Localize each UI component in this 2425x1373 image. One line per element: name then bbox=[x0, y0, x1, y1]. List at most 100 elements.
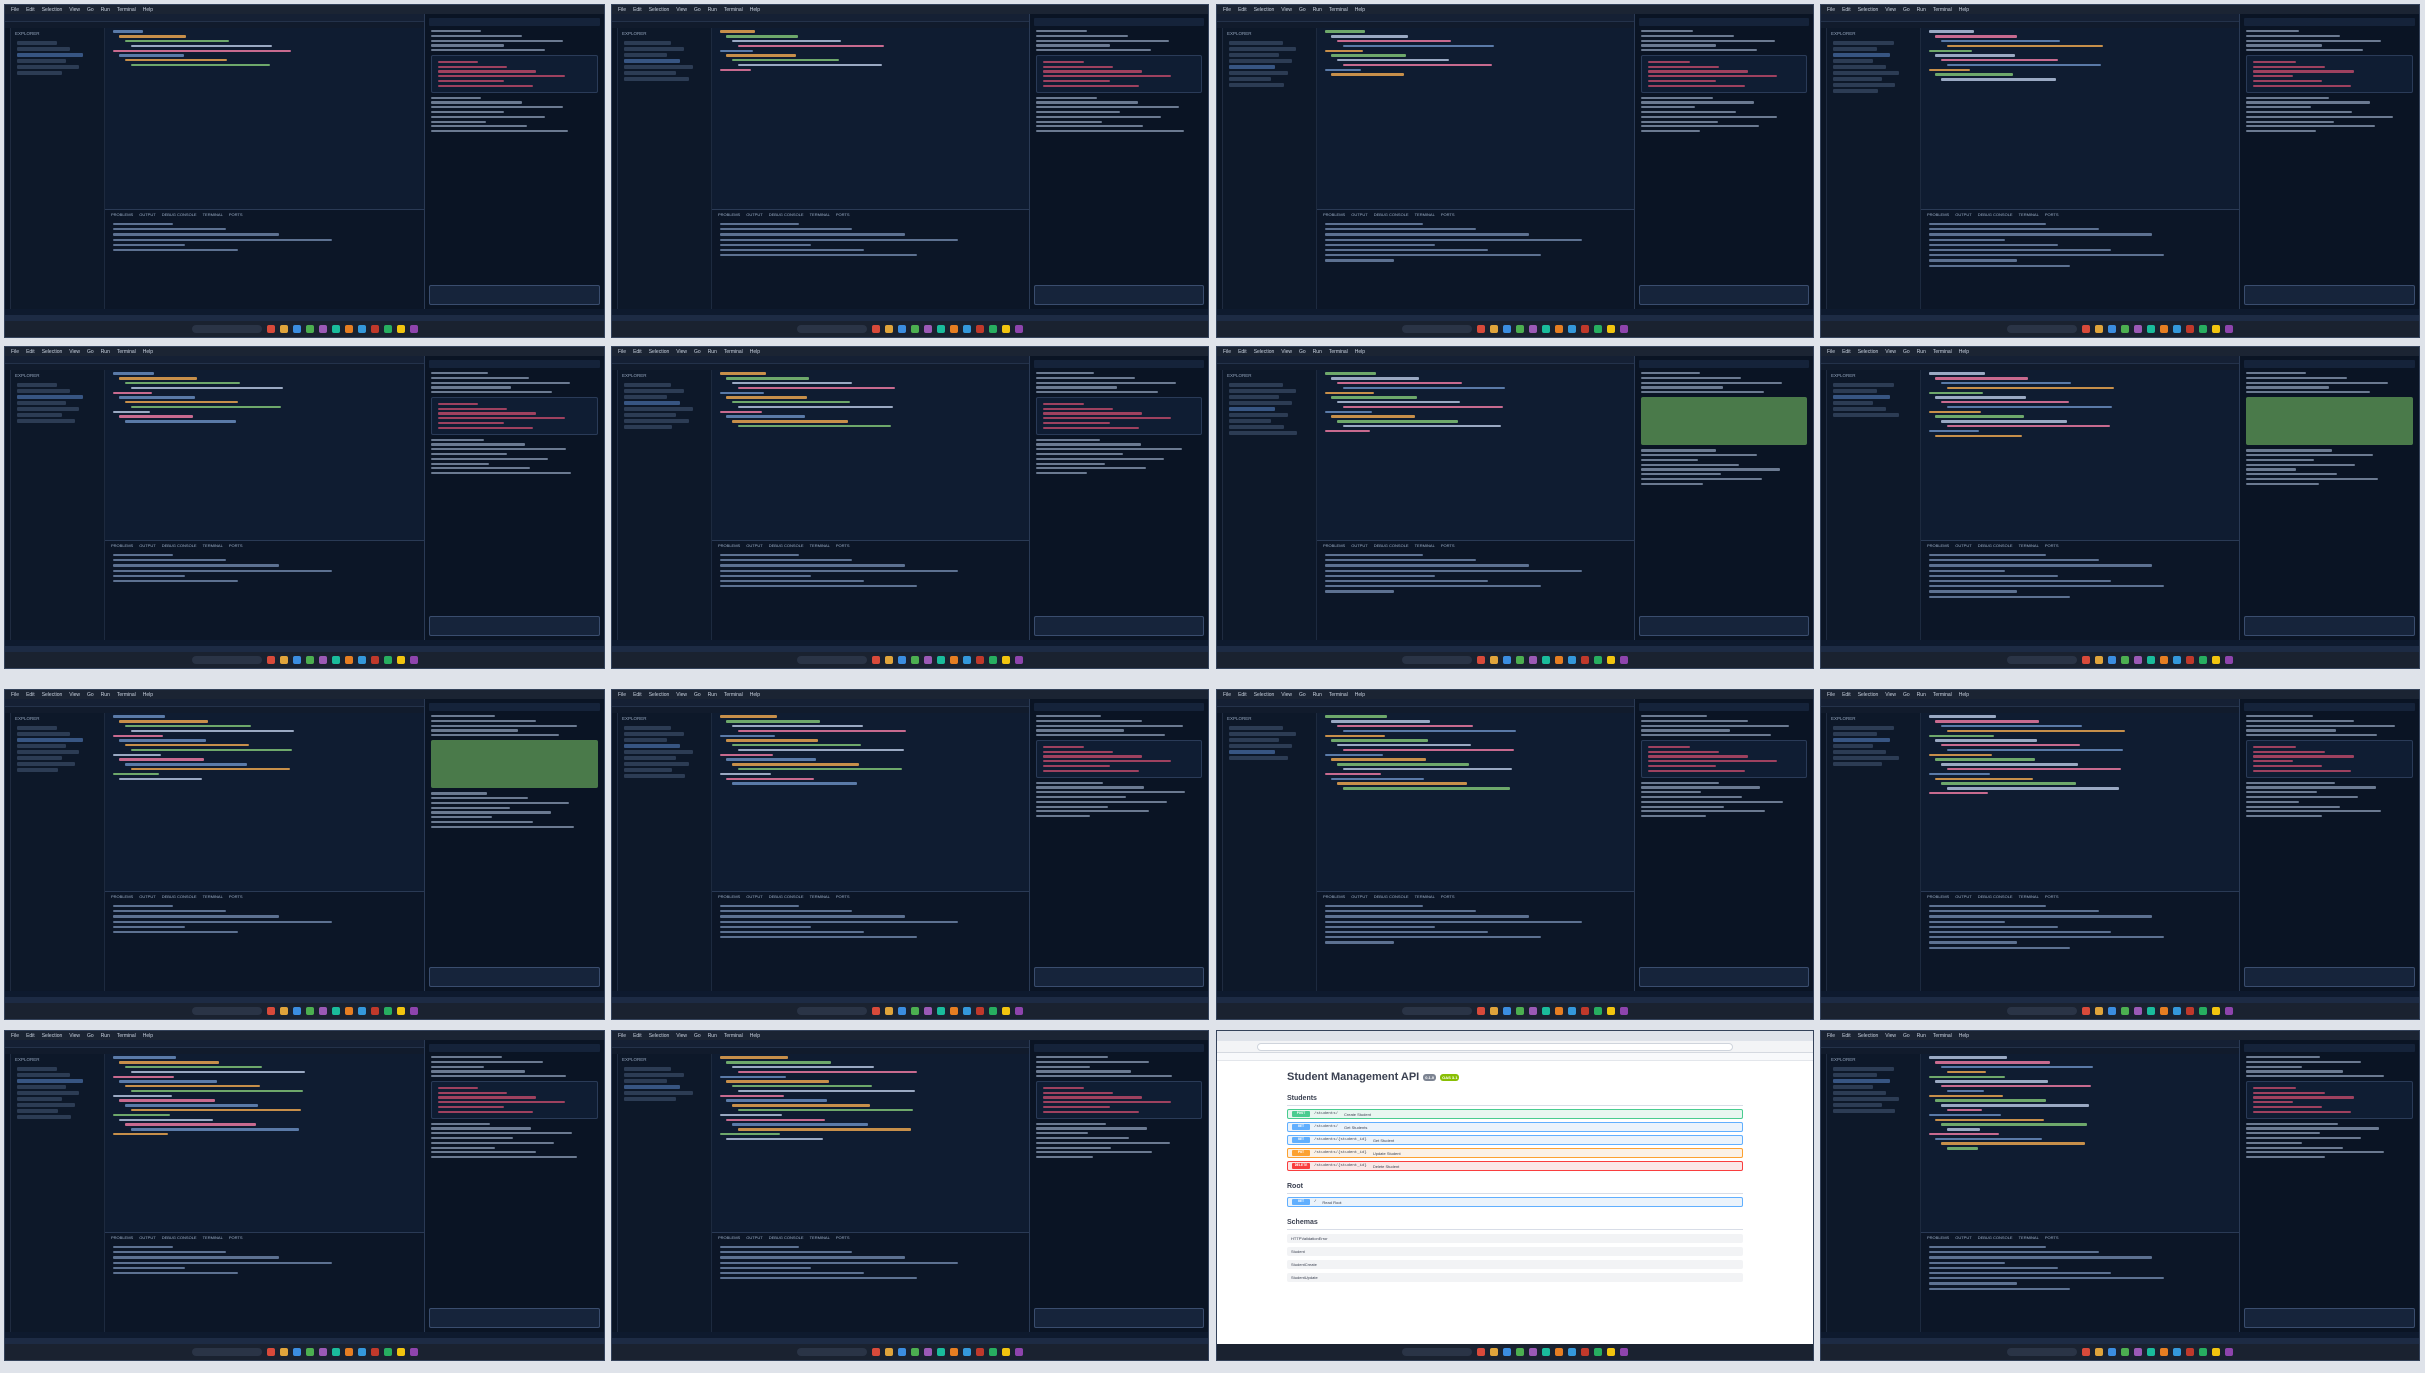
panel-tab[interactable]: TERMINAL bbox=[810, 1235, 830, 1240]
taskbar-app-icon[interactable] bbox=[1503, 325, 1511, 333]
taskbar-app-icon[interactable] bbox=[989, 656, 997, 664]
file-tree-item[interactable] bbox=[17, 41, 57, 45]
menu-item[interactable]: File bbox=[1827, 7, 1835, 13]
panel-tab[interactable]: DEBUG CONSOLE bbox=[1374, 543, 1409, 548]
taskbar-app-icon[interactable] bbox=[1555, 325, 1563, 333]
file-tree-item[interactable] bbox=[1229, 383, 1283, 387]
menu-item[interactable]: Go bbox=[694, 692, 701, 698]
file-tree-item[interactable] bbox=[1229, 425, 1284, 429]
file-tree-item[interactable] bbox=[1229, 395, 1279, 399]
taskbar-app-icon[interactable] bbox=[1568, 325, 1576, 333]
file-tree-item[interactable] bbox=[1229, 431, 1297, 435]
menu-item[interactable]: Edit bbox=[633, 7, 642, 13]
taskbar-app-icon[interactable] bbox=[872, 1007, 880, 1015]
menu-item[interactable]: Go bbox=[1903, 349, 1910, 355]
taskbar-app-icon[interactable] bbox=[2082, 656, 2090, 664]
panel-tab[interactable]: PORTS bbox=[229, 212, 243, 217]
menu-item[interactable]: File bbox=[1223, 7, 1231, 13]
panel-tab[interactable]: PROBLEMS bbox=[111, 894, 133, 899]
taskbar-app-icon[interactable] bbox=[1516, 656, 1524, 664]
panel-tab[interactable]: TERMINAL bbox=[1415, 543, 1435, 548]
taskbar-app-icon[interactable] bbox=[1503, 656, 1511, 664]
menu-item[interactable]: Go bbox=[1903, 7, 1910, 13]
menu-item[interactable]: Go bbox=[1903, 1033, 1910, 1039]
taskbar-app-icon[interactable] bbox=[1594, 656, 1602, 664]
menu-item[interactable]: View bbox=[69, 1033, 80, 1039]
panel-tab[interactable]: PORTS bbox=[836, 543, 850, 548]
menu-item[interactable]: Go bbox=[1299, 349, 1306, 355]
file-tree-item[interactable] bbox=[1833, 1079, 1890, 1083]
panel-tab[interactable]: DEBUG CONSOLE bbox=[1978, 1235, 2013, 1240]
file-tree-item[interactable] bbox=[624, 774, 685, 778]
file-tree-item[interactable] bbox=[17, 1103, 75, 1107]
menu-item[interactable]: Selection bbox=[42, 692, 63, 698]
chat-input[interactable] bbox=[1034, 616, 1204, 636]
panel-tab[interactable]: TERMINAL bbox=[203, 543, 223, 548]
taskbar-app-icon[interactable] bbox=[898, 656, 906, 664]
taskbar-app-icon[interactable] bbox=[924, 1348, 932, 1356]
file-tree-item[interactable] bbox=[624, 401, 680, 405]
menu-item[interactable]: View bbox=[1885, 349, 1896, 355]
taskbar-app-icon[interactable] bbox=[2082, 1348, 2090, 1356]
file-tree-item[interactable] bbox=[1833, 744, 1873, 748]
taskbar-app-icon[interactable] bbox=[2225, 1007, 2233, 1015]
taskbar-search[interactable] bbox=[2007, 656, 2077, 664]
taskbar-app-icon[interactable] bbox=[409, 656, 418, 664]
menu-item[interactable]: Terminal bbox=[724, 7, 743, 13]
panel-tab[interactable]: DEBUG CONSOLE bbox=[162, 1235, 197, 1240]
menu-item[interactable]: Terminal bbox=[1329, 7, 1348, 13]
taskbar-app-icon[interactable] bbox=[2212, 656, 2220, 664]
file-tree-item[interactable] bbox=[17, 1091, 79, 1095]
taskbar-app-icon[interactable] bbox=[357, 1007, 366, 1015]
taskbar-app-icon[interactable] bbox=[396, 656, 405, 664]
menu-item[interactable]: Edit bbox=[633, 349, 642, 355]
file-tree-item[interactable] bbox=[1833, 756, 1899, 760]
taskbar-app-icon[interactable] bbox=[292, 1348, 301, 1356]
taskbar-app-icon[interactable] bbox=[1477, 1348, 1485, 1356]
file-tree-item[interactable] bbox=[1229, 65, 1275, 69]
taskbar-search[interactable] bbox=[191, 325, 262, 333]
file-tree-item[interactable] bbox=[1833, 89, 1878, 93]
file-tree-item[interactable] bbox=[1229, 53, 1279, 57]
taskbar-app-icon[interactable] bbox=[2095, 1007, 2103, 1015]
file-tree-item[interactable] bbox=[624, 59, 680, 63]
menu-item[interactable]: Run bbox=[708, 692, 717, 698]
menu-item[interactable]: Selection bbox=[42, 1033, 63, 1039]
panel-tab[interactable]: DEBUG CONSOLE bbox=[162, 894, 197, 899]
chat-input[interactable] bbox=[1639, 285, 1809, 305]
file-tree-item[interactable] bbox=[1833, 1097, 1899, 1101]
taskbar-app-icon[interactable] bbox=[911, 1348, 919, 1356]
chat-input[interactable] bbox=[1034, 967, 1204, 987]
section-header[interactable]: Root bbox=[1287, 1183, 1743, 1194]
taskbar-app-icon[interactable] bbox=[1477, 325, 1485, 333]
panel-tab[interactable]: DEBUG CONSOLE bbox=[1978, 212, 2013, 217]
taskbar-app-icon[interactable] bbox=[911, 656, 919, 664]
file-tree-item[interactable] bbox=[17, 1115, 71, 1119]
panel-tab[interactable]: DEBUG CONSOLE bbox=[162, 543, 197, 548]
panel-tab[interactable]: PORTS bbox=[229, 894, 243, 899]
taskbar-app-icon[interactable] bbox=[2147, 1007, 2155, 1015]
endpoint-row[interactable]: POST/students/Create Student bbox=[1287, 1109, 1743, 1119]
taskbar-app-icon[interactable] bbox=[2108, 1007, 2116, 1015]
endpoint-row[interactable]: GET/students/{student_id} Get Student bbox=[1287, 1135, 1743, 1145]
taskbar-app-icon[interactable] bbox=[409, 1007, 418, 1015]
taskbar-app-icon[interactable] bbox=[318, 656, 327, 664]
taskbar-app-icon[interactable] bbox=[318, 325, 327, 333]
menu-item[interactable]: Go bbox=[87, 349, 94, 355]
panel-tab[interactable]: PROBLEMS bbox=[1323, 894, 1345, 899]
file-tree-item[interactable] bbox=[1229, 407, 1275, 411]
file-tree-item[interactable] bbox=[1229, 41, 1283, 45]
menu-item[interactable]: Edit bbox=[26, 7, 35, 13]
file-tree-item[interactable] bbox=[1833, 1109, 1895, 1113]
taskbar-app-icon[interactable] bbox=[885, 1348, 893, 1356]
file-tree-item[interactable] bbox=[1833, 401, 1873, 405]
file-tree-item[interactable] bbox=[17, 726, 57, 730]
schema-row[interactable]: Student bbox=[1287, 1247, 1743, 1256]
taskbar-app-icon[interactable] bbox=[2199, 1348, 2207, 1356]
menu-item[interactable]: Selection bbox=[1858, 692, 1879, 698]
taskbar-app-icon[interactable] bbox=[344, 325, 353, 333]
taskbar-app-icon[interactable] bbox=[2082, 1007, 2090, 1015]
taskbar-app-icon[interactable] bbox=[1015, 656, 1023, 664]
taskbar-search[interactable] bbox=[1402, 1007, 1472, 1015]
menu-item[interactable]: File bbox=[11, 349, 19, 355]
